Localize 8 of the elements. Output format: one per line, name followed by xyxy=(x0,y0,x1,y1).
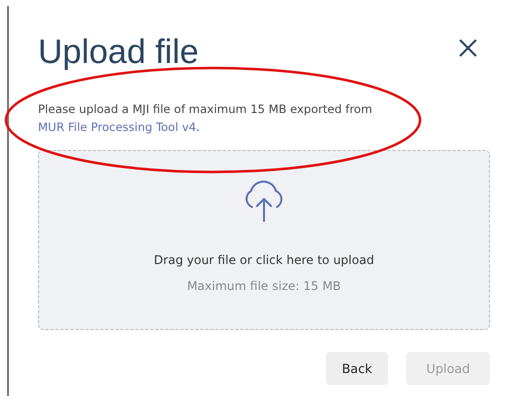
description-text: Please upload a MJI file of maximum 15 MB exported from MUR File Processing Tool v4. xyxy=(38,101,374,136)
dropzone-prompt: Drag your file or click here to upload xyxy=(154,253,374,267)
file-size-hint: Maximum file size: 15 MB xyxy=(187,279,341,293)
tool-link[interactable]: MUR File Processing Tool v4 xyxy=(38,120,196,134)
close-icon[interactable] xyxy=(458,38,478,58)
dialog-title: Upload file xyxy=(38,32,199,73)
back-button[interactable]: Back xyxy=(326,352,388,385)
upload-dropzone[interactable]: Drag your file or click here to upload Maximum file size: 15 MB xyxy=(38,150,490,330)
